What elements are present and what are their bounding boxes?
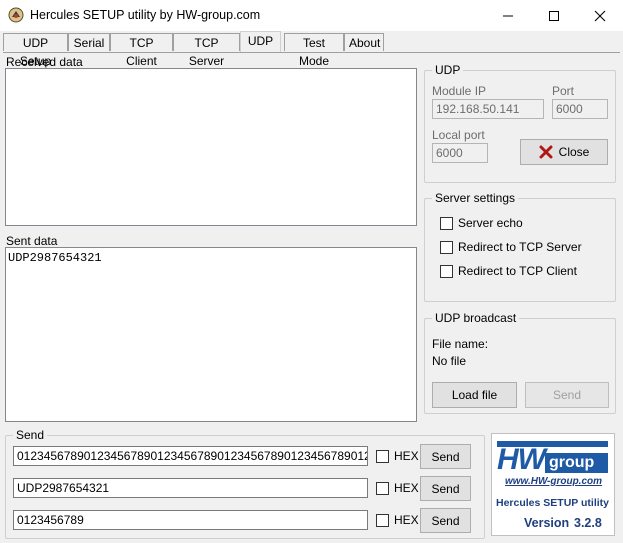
module-ip-label: Module IP — [432, 84, 487, 98]
tab-udp[interactable]: UDP — [240, 31, 281, 52]
redirect-tcp-server-checkbox[interactable] — [440, 241, 453, 254]
logo-url[interactable]: www.HW-group.com — [505, 476, 602, 487]
close-icon — [594, 10, 606, 21]
send-input-2[interactable]: UDP2987654321 — [13, 478, 368, 498]
hercules-app-icon — [8, 7, 24, 23]
redirect-tcp-client-label: Redirect to TCP Client — [458, 264, 577, 278]
send-button-2[interactable]: Send — [420, 476, 471, 501]
hex-label-2: HEX — [394, 481, 419, 495]
received-data-label: Received data — [6, 55, 83, 69]
hex-checkbox-3[interactable] — [376, 514, 389, 527]
send-input-3[interactable]: 0123456789 — [13, 510, 368, 530]
close-connection-button[interactable]: Close — [520, 139, 608, 165]
sent-data-textarea[interactable]: UDP2987654321 — [5, 247, 417, 422]
send-button-3[interactable]: Send — [420, 508, 471, 533]
hex-checkbox-2[interactable] — [376, 482, 389, 495]
tab-tcp-server[interactable]: TCP Server — [173, 33, 240, 68]
local-port-label: Local port — [432, 128, 485, 142]
hw-group-logo: HW group — [497, 441, 608, 475]
tab-tcp-client[interactable]: TCP Client — [110, 33, 173, 68]
minimize-icon — [503, 15, 513, 16]
logo-version-number: 3.2.8 — [574, 516, 602, 530]
logo-hw-text: HW — [497, 443, 546, 476]
close-connection-label: Close — [558, 145, 590, 159]
logo-group-text: group — [549, 454, 595, 471]
logo-product-name: Hercules SETUP utility — [496, 497, 610, 509]
file-name-value: No file — [432, 354, 467, 368]
port-label: Port — [552, 84, 575, 98]
tab-udp-setup[interactable]: UDP Setup — [3, 33, 68, 68]
load-file-button[interactable]: Load file — [432, 382, 517, 408]
received-data-content — [6, 69, 416, 75]
received-data-textarea[interactable] — [5, 68, 417, 226]
close-window-button[interactable] — [577, 0, 623, 31]
udp-broadcast-title: UDP broadcast — [432, 311, 520, 325]
tab-test-mode[interactable]: Test Mode — [284, 33, 344, 68]
redirect-tcp-client-checkbox[interactable] — [440, 265, 453, 278]
hex-label-3: HEX — [394, 513, 419, 527]
local-port-input[interactable]: 6000 — [432, 143, 488, 163]
redirect-tcp-server-label: Redirect to TCP Server — [458, 240, 582, 254]
window-title: Hercules SETUP utility by HW-group.com — [30, 8, 261, 22]
server-echo-label: Server echo — [458, 216, 523, 230]
udp-group-title: UDP — [432, 63, 464, 77]
maximize-button[interactable] — [531, 0, 577, 31]
send-button-1[interactable]: Send — [420, 444, 471, 469]
tab-serial[interactable]: Serial — [68, 33, 110, 51]
minimize-button[interactable] — [485, 0, 531, 31]
hex-checkbox-1[interactable] — [376, 450, 389, 463]
maximize-icon — [549, 10, 559, 21]
server-echo-checkbox[interactable] — [440, 217, 453, 230]
send-group-title: Send — [13, 428, 48, 442]
module-ip-input[interactable]: 192.168.50.141 — [432, 99, 544, 119]
red-x-icon — [539, 145, 553, 159]
file-name-label: File name: — [432, 337, 489, 351]
sent-data-label: Sent data — [6, 234, 58, 248]
broadcast-send-button[interactable]: Send — [525, 382, 609, 408]
port-input[interactable]: 6000 — [552, 99, 608, 119]
sent-data-content: UDP2987654321 — [8, 251, 102, 265]
send-input-1[interactable]: 0123456789012345678901234567890123456789… — [13, 446, 368, 466]
hex-label-1: HEX — [394, 449, 419, 463]
logo-version-label: Version — [524, 516, 570, 530]
tab-about[interactable]: About — [344, 33, 384, 51]
server-settings-title: Server settings — [432, 191, 519, 205]
